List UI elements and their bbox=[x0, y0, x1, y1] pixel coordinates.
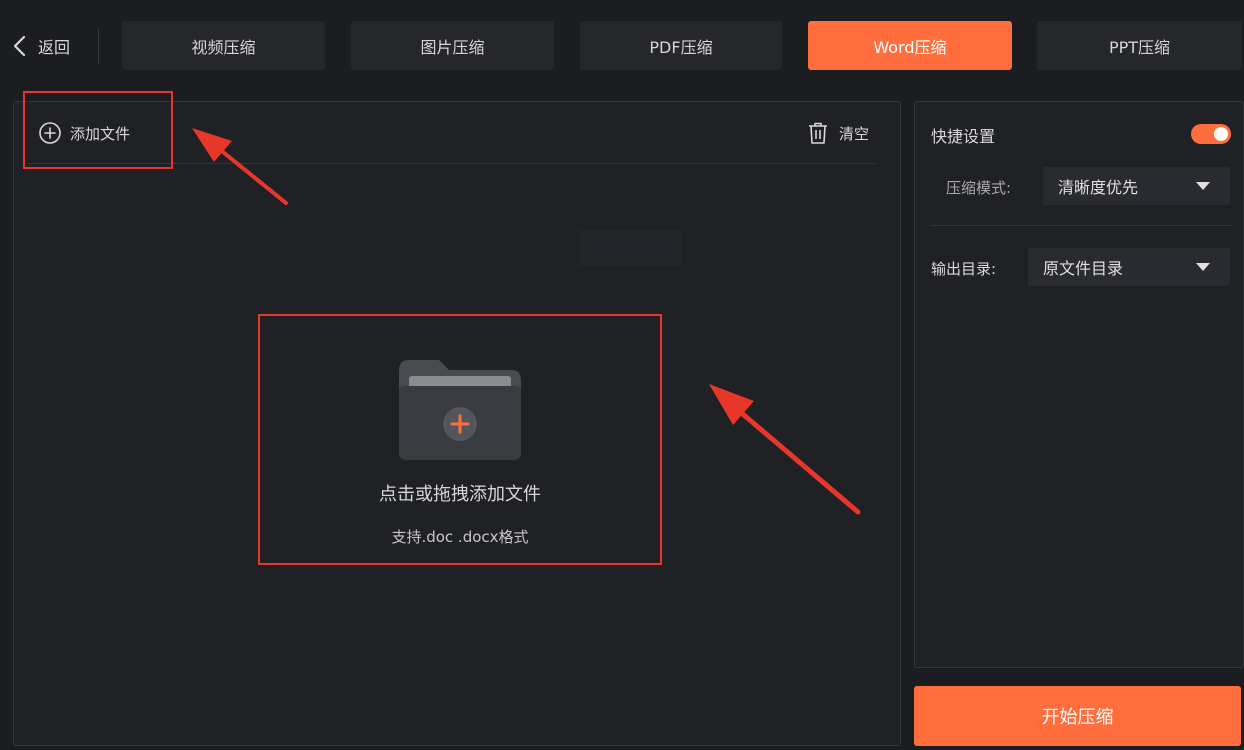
nav-divider bbox=[98, 28, 99, 64]
start-compress-button[interactable]: 开始压缩 bbox=[914, 686, 1241, 746]
tooltip-placeholder bbox=[580, 230, 682, 266]
compress-mode-value: 清晰度优先 bbox=[1058, 178, 1139, 197]
tab-label: 视频压缩 bbox=[191, 37, 256, 57]
compress-mode-select[interactable]: 清晰度优先 bbox=[1043, 167, 1230, 205]
chevron-down-icon bbox=[1196, 263, 1210, 271]
clear-label: 清空 bbox=[839, 124, 870, 143]
tab-ppt-compress[interactable]: PPT压缩 bbox=[1037, 21, 1242, 70]
chevron-down-icon bbox=[1196, 182, 1210, 190]
output-dir-value: 原文件目录 bbox=[1043, 259, 1124, 278]
settings-divider bbox=[931, 225, 1231, 226]
compress-mode-label: 压缩模式: bbox=[946, 179, 1012, 197]
output-dir-select[interactable]: 原文件目录 bbox=[1028, 248, 1230, 286]
tab-label: PDF压缩 bbox=[649, 37, 713, 57]
quick-settings-label: 快捷设置 bbox=[931, 127, 996, 146]
clear-button[interactable]: 清空 bbox=[807, 120, 869, 146]
tab-image-compress[interactable]: 图片压缩 bbox=[351, 21, 554, 70]
start-compress-label: 开始压缩 bbox=[1041, 707, 1114, 728]
back-button[interactable]: 返回 bbox=[10, 32, 70, 60]
output-dir-label: 输出目录: bbox=[931, 260, 997, 278]
tab-label: Word压缩 bbox=[873, 37, 947, 57]
chevron-left-icon bbox=[13, 35, 26, 57]
trash-icon bbox=[809, 122, 827, 144]
toggle-knob bbox=[1214, 127, 1228, 141]
settings-panel: 快捷设置 压缩模式: 清晰度优先 输出目录: 原文件目录 bbox=[914, 101, 1244, 668]
annotation-box-add-file bbox=[23, 91, 173, 169]
tab-label: 图片压缩 bbox=[420, 37, 485, 57]
tab-video-compress[interactable]: 视频压缩 bbox=[122, 21, 325, 70]
tab-label: PPT压缩 bbox=[1108, 37, 1171, 57]
annotation-box-dropzone bbox=[258, 314, 662, 565]
back-label: 返回 bbox=[38, 38, 71, 57]
tab-pdf-compress[interactable]: PDF压缩 bbox=[580, 21, 782, 70]
quick-settings-toggle[interactable] bbox=[1191, 124, 1231, 144]
tab-word-compress[interactable]: Word压缩 bbox=[808, 21, 1012, 70]
top-nav: 返回 视频压缩 图片压缩 PDF压缩 Word压缩 PPT压缩 bbox=[0, 0, 1244, 92]
